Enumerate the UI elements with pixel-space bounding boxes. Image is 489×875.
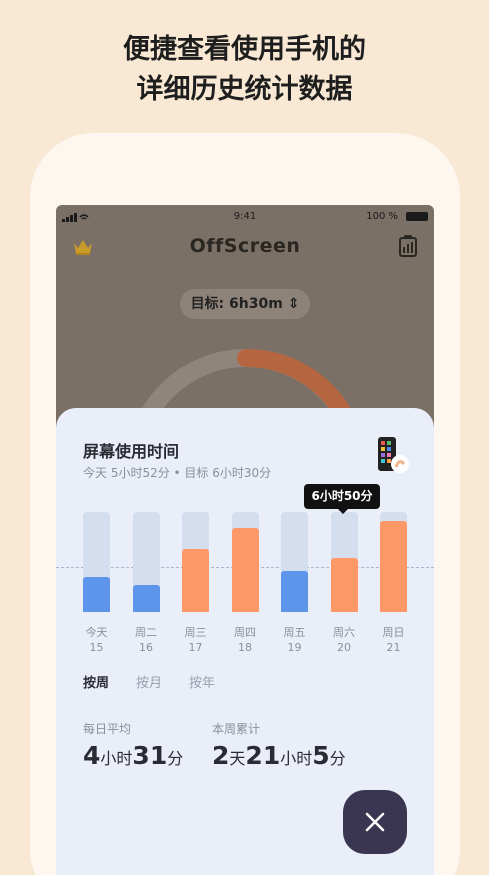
- date-label: 17: [188, 641, 203, 654]
- daily-average-hours: 4: [83, 741, 101, 770]
- date-label: 19: [287, 641, 302, 654]
- bar[interactable]: [231, 528, 259, 612]
- bar[interactable]: [330, 558, 358, 612]
- battery-icon: [406, 212, 428, 221]
- day-label: 周三: [184, 626, 207, 639]
- date-label: 15: [89, 641, 104, 654]
- bar[interactable]: [281, 571, 308, 612]
- week-total-minutes: 5: [312, 741, 330, 770]
- bar-track[interactable]: [83, 512, 110, 612]
- week-total-days-unit: 天: [229, 749, 246, 768]
- date-label: 16: [139, 641, 153, 654]
- headline: 便捷查看使用手机的 详细历史统计数据: [0, 30, 489, 110]
- bar-track[interactable]: [132, 512, 160, 612]
- week-total-minutes-unit: 分: [329, 749, 346, 768]
- bar-tooltip: 6小时50分: [304, 484, 380, 509]
- week-total-days: 2: [212, 741, 230, 770]
- week-total-hours: 21: [245, 741, 281, 770]
- day-label: 周六: [333, 626, 355, 639]
- day-label: 周五: [283, 626, 306, 639]
- tab-week[interactable]: 按周: [83, 672, 109, 691]
- daily-average-minutes-unit: 分: [167, 749, 184, 768]
- daily-average: 每日平均 4小时31分: [83, 720, 183, 770]
- status-bar: 9:41 100 %: [56, 205, 434, 227]
- goal-pill[interactable]: 目标: 6h30m ⇕: [180, 289, 310, 319]
- week-total-label: 本周累计: [212, 722, 261, 736]
- tab-month[interactable]: 按月: [136, 672, 162, 691]
- day-label: 周日: [382, 626, 405, 639]
- bar[interactable]: [83, 577, 110, 612]
- daily-average-label: 每日平均: [83, 722, 132, 736]
- date-label: 20: [337, 641, 351, 654]
- date-label: 21: [386, 641, 401, 654]
- bar[interactable]: [182, 549, 209, 612]
- date-label: 18: [238, 641, 252, 654]
- week-total-value: 2天21小时5分: [212, 741, 346, 770]
- daily-average-value: 4小时31分: [83, 741, 183, 770]
- bar-track[interactable]: [281, 512, 308, 612]
- daily-average-minutes: 31: [132, 741, 168, 770]
- day-label: 今天: [85, 626, 108, 639]
- tab-year[interactable]: 按年: [189, 672, 215, 691]
- day-label: 周四: [234, 626, 256, 639]
- tooltip-arrow: [338, 509, 348, 514]
- close-button[interactable]: [343, 790, 407, 854]
- bar-track[interactable]: [182, 512, 209, 612]
- headline-line-1: 便捷查看使用手机的: [123, 34, 366, 65]
- bar-track[interactable]: [231, 512, 259, 612]
- stats-icon[interactable]: [398, 235, 418, 257]
- bar-track[interactable]: [380, 512, 407, 612]
- battery-text: 100 %: [366, 211, 398, 222]
- bar[interactable]: [380, 521, 407, 612]
- bar-track[interactable]: [330, 512, 358, 612]
- close-icon: [365, 812, 385, 832]
- headline-line-2: 详细历史统计数据: [136, 74, 353, 105]
- week-total: 本周累计 2天21小时5分: [212, 720, 346, 770]
- bar[interactable]: [132, 585, 160, 612]
- day-label: 周二: [135, 626, 157, 639]
- week-total-hours-unit: 小时: [280, 749, 313, 768]
- daily-average-hours-unit: 小时: [100, 749, 133, 768]
- app-title: OffScreen: [189, 235, 301, 257]
